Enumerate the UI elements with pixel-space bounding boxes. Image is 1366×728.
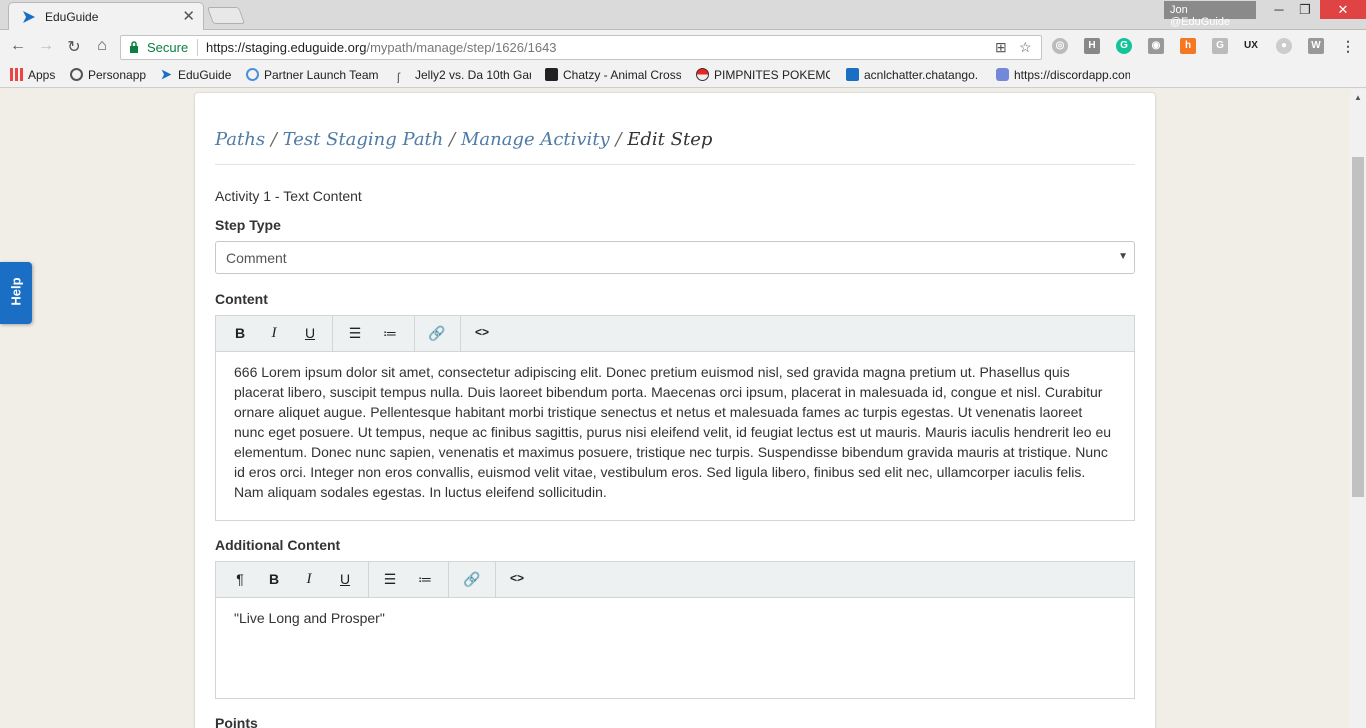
hubspot-icon[interactable]: h — [1180, 38, 1196, 54]
profile-button[interactable]: Jon @EduGuide — [1164, 1, 1256, 28]
link-icon[interactable]: 🔗 — [427, 325, 447, 342]
paragraph-format-icon[interactable]: ¶ — [230, 571, 250, 587]
content-editor: B I U ☰ ≔ 🔗 <> 666 Lorem ipsum dolor sit… — [215, 315, 1135, 521]
help-label: Help — [8, 277, 24, 306]
browser-tab-bar: EduGuide ✕ Jon @EduGuide ─ ❐ ✕ — [0, 0, 1366, 30]
chatango-icon — [846, 68, 859, 81]
breadcrumb-path-name[interactable]: Test Staging Path — [283, 129, 444, 150]
window-close-icon[interactable]: ✕ — [1320, 0, 1366, 19]
numbered-list-icon[interactable]: ≔ — [380, 325, 400, 342]
chevron-down-icon: ▼ — [1118, 251, 1128, 262]
divider — [215, 164, 1135, 165]
ux-icon[interactable]: UX — [1243, 38, 1259, 54]
bookmark-partner-launch[interactable]: Partner Launch Team — [246, 68, 378, 82]
chatzy-icon — [545, 68, 558, 81]
content-editor-toolbar: B I U ☰ ≔ 🔗 <> — [216, 316, 1134, 352]
toolbar-divider — [460, 316, 461, 352]
step-type-value: Comment — [226, 250, 287, 266]
toolbar-divider — [495, 562, 496, 598]
help-button[interactable]: Help — [0, 262, 32, 324]
breadcrumb-separator: / — [449, 129, 456, 150]
w-extension-icon[interactable]: W — [1308, 38, 1324, 54]
tab-title: EduGuide — [45, 10, 99, 24]
points-label: Points — [215, 715, 258, 728]
bullet-list-icon[interactable]: ☰ — [380, 571, 400, 588]
additional-content-editor: ¶ B I U ☰ ≔ 🔗 <> "Live Long and Prosper" — [215, 561, 1135, 699]
camera-icon[interactable]: ◉ — [1148, 38, 1164, 54]
additional-editor-toolbar: ¶ B I U ☰ ≔ 🔗 <> — [216, 562, 1134, 598]
restore-icon[interactable]: ❐ — [1290, 2, 1320, 18]
activity-title: Activity 1 - Text Content — [215, 188, 362, 204]
bookmark-apps[interactable]: Apps — [10, 68, 55, 82]
circle-extension-icon[interactable]: ● — [1276, 38, 1292, 54]
italic-button[interactable]: I — [264, 325, 284, 342]
jelly-icon: ʃ — [397, 70, 400, 83]
content-text-area[interactable]: 666 Lorem ipsum dolor sit amet, consecte… — [216, 352, 1134, 512]
bookmarks-bar: Apps Personapp EduGuide Partner Launch T… — [0, 64, 1366, 88]
bookmark-discord[interactable]: https://discordapp.com — [996, 68, 1130, 82]
breadcrumb: Paths / Test Staging Path / Manage Activ… — [215, 129, 712, 150]
apps-grid-icon — [10, 68, 23, 81]
forward-icon[interactable]: → — [36, 37, 56, 55]
browser-tab[interactable]: EduGuide ✕ — [8, 2, 204, 30]
toolbar-divider — [448, 562, 449, 598]
bookmark-jelly2[interactable]: ʃ Jelly2 vs. Da 10th Gam — [397, 68, 531, 83]
bookmark-chatzy[interactable]: Chatzy - Animal Cross — [545, 68, 681, 82]
bold-button[interactable]: B — [264, 571, 284, 587]
scroll-up-icon[interactable]: ▲ — [1354, 93, 1362, 102]
globe-icon[interactable]: ◎ — [1052, 38, 1068, 54]
divider — [197, 39, 198, 56]
reload-icon[interactable]: ↻ — [64, 37, 84, 57]
address-bar[interactable]: Secure https://staging.eduguide.org/mypa… — [120, 35, 1042, 60]
step-type-label: Step Type — [215, 217, 281, 233]
bookmark-acnlchatter[interactable]: acnlchatter.chatango. — [846, 68, 982, 82]
star-icon[interactable]: ☆ — [1019, 39, 1032, 56]
link-icon[interactable]: 🔗 — [462, 571, 482, 588]
bookmark-pimpnites[interactable]: PIMPNITES POKEMON — [696, 68, 830, 82]
underline-button[interactable]: U — [300, 325, 320, 341]
bold-button[interactable]: B — [230, 325, 250, 341]
back-icon[interactable]: ← — [8, 37, 28, 55]
toolbar-divider — [368, 562, 369, 598]
lock-icon — [130, 41, 138, 53]
italic-button[interactable]: I — [299, 571, 319, 588]
personapp-icon — [70, 68, 83, 81]
breadcrumb-current: Edit Step — [627, 129, 713, 150]
url-text[interactable]: https://staging.eduguide.org/mypath/mana… — [206, 40, 557, 55]
eduguide-favicon-icon — [161, 69, 172, 80]
secure-label: Secure — [147, 40, 189, 55]
breadcrumb-paths[interactable]: Paths — [215, 129, 265, 150]
underline-button[interactable]: U — [335, 571, 355, 587]
bullet-list-icon[interactable]: ☰ — [345, 325, 365, 342]
breadcrumb-separator: / — [270, 129, 277, 150]
menu-icon[interactable]: ⋮ — [1340, 38, 1356, 54]
g-extension-icon[interactable]: G — [1212, 38, 1228, 54]
h-extension-icon[interactable]: H — [1084, 38, 1100, 54]
scrollbar-thumb[interactable] — [1352, 157, 1364, 497]
edit-step-card: Paths / Test Staging Path / Manage Activ… — [194, 92, 1156, 728]
eduguide-favicon-icon — [23, 11, 35, 23]
code-view-icon[interactable]: <> — [472, 325, 492, 339]
close-icon[interactable]: ✕ — [182, 7, 195, 25]
code-view-icon[interactable]: <> — [507, 571, 527, 585]
home-icon[interactable]: ⌂ — [92, 37, 112, 55]
bookmark-eduguide[interactable]: EduGuide — [160, 68, 231, 82]
numbered-list-icon[interactable]: ≔ — [415, 571, 435, 588]
pokeball-icon — [696, 68, 709, 81]
additional-content-label: Additional Content — [215, 537, 341, 553]
toolbar-divider — [414, 316, 415, 352]
breadcrumb-separator: / — [615, 129, 622, 150]
content-label: Content — [215, 291, 268, 307]
new-tab-button[interactable] — [206, 7, 246, 24]
toolbar-divider — [332, 316, 333, 352]
scrollbar[interactable]: ▲ — [1350, 89, 1366, 728]
step-type-select[interactable]: Comment ▼ — [215, 241, 1135, 274]
bookmark-personapp[interactable]: Personapp — [70, 68, 146, 82]
grammarly-icon[interactable]: G — [1116, 38, 1132, 54]
additional-content-text-area[interactable]: "Live Long and Prosper" — [216, 598, 1134, 638]
partner-icon — [246, 68, 259, 81]
translate-icon[interactable]: ⊞ — [995, 39, 1007, 56]
discord-icon — [996, 68, 1009, 81]
breadcrumb-manage-activity[interactable]: Manage Activity — [461, 129, 610, 150]
